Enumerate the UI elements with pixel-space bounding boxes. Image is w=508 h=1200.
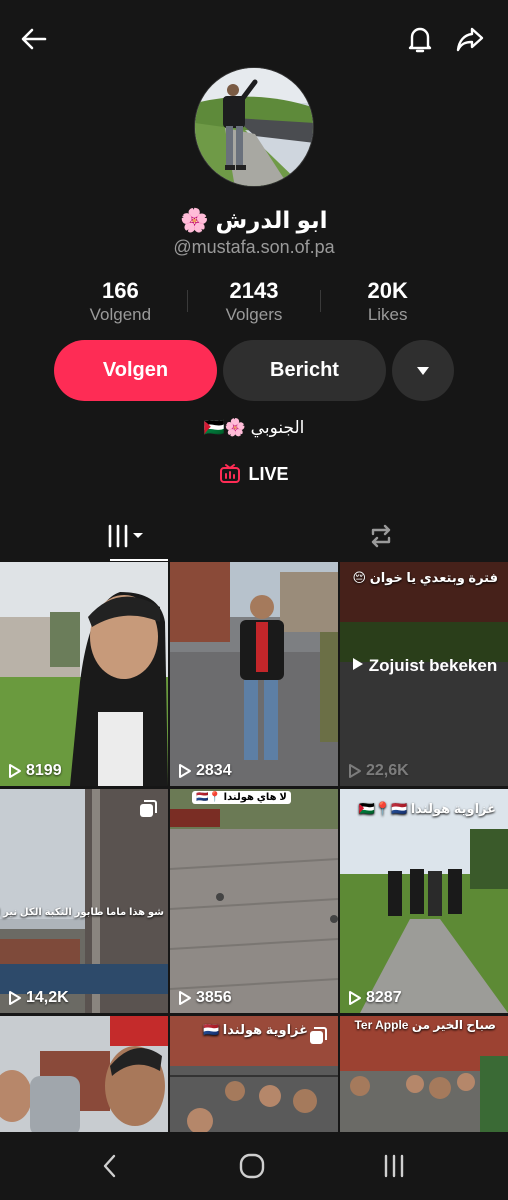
- stat-value: 166: [101, 278, 139, 303]
- more-options-button[interactable]: [392, 340, 454, 401]
- tab-reposts[interactable]: [254, 510, 508, 562]
- profile-stats: 166 Volgend 2143 Volgers 20K Likes: [54, 278, 454, 328]
- video-caption: شو هذا ماما طابور النكبة الكل نير ابل 🇳🇱: [0, 907, 164, 918]
- share-arrow-icon: [456, 27, 484, 52]
- live-tv-icon: [220, 464, 241, 483]
- video-tile[interactable]: 8199: [0, 562, 168, 786]
- nav-recents-button[interactable]: [364, 1146, 424, 1186]
- live-badge[interactable]: LIVE: [0, 463, 508, 485]
- play-icon: [349, 764, 361, 778]
- stat-value: 2143: [229, 278, 279, 303]
- video-tile[interactable]: 2834: [170, 562, 338, 786]
- video-tile[interactable]: فترة وبتعدي يا خوان 😔 Zojuist bekeken 22…: [340, 562, 508, 786]
- repost-icon: [371, 524, 391, 548]
- stat-followers[interactable]: 2143 Volgers: [188, 278, 321, 328]
- play-icon: [353, 658, 363, 670]
- video-caption: غزاوية هولندا 🇵🇸📍🇳🇱: [358, 801, 496, 816]
- message-button[interactable]: Bericht: [223, 340, 386, 401]
- bio-text: الجنوبي 🌸🇵🇸: [203, 418, 305, 437]
- video-thumbnail: [0, 1016, 168, 1132]
- play-icon: [179, 991, 191, 1005]
- view-count: 14,2K: [8, 989, 69, 1007]
- caret-down-icon: [417, 366, 429, 375]
- arrow-left-icon: [21, 28, 47, 50]
- view-count: 8199: [8, 762, 62, 780]
- notifications-button[interactable]: [398, 17, 442, 61]
- video-grid: 8199 2834 فترة وبتعدي يا خوان 😔 Zojuist …: [0, 562, 508, 1132]
- display-name: ابو الدرش 🌸: [180, 207, 328, 233]
- video-tile[interactable]: لا هاي هولندا 📍🇳🇱 3856: [170, 789, 338, 1013]
- watched-label: Zojuist bekeken: [352, 654, 497, 677]
- video-tile[interactable]: غزاوية هولندا 🇵🇸📍🇳🇱 8287: [340, 789, 508, 1013]
- video-thumbnail: [170, 562, 338, 786]
- play-icon: [9, 764, 21, 778]
- video-tile[interactable]: غزاوية هولندا 🇳🇱: [170, 1016, 338, 1132]
- live-label: LIVE: [248, 463, 289, 484]
- video-thumbnail: [340, 789, 508, 1013]
- username-handle: @mustafa.son.of.pa: [173, 237, 335, 257]
- back-button[interactable]: [12, 17, 56, 61]
- stat-following[interactable]: 166 Volgend: [54, 278, 187, 328]
- play-icon: [349, 991, 361, 1005]
- share-button[interactable]: [448, 17, 492, 61]
- video-caption: فترة وبتعدي يا خوان 😔: [352, 570, 498, 585]
- view-count: 2834: [178, 762, 232, 780]
- follow-button[interactable]: Volgen: [54, 340, 217, 401]
- multi-photo-icon: [308, 1026, 328, 1051]
- video-tile[interactable]: صباح الخير من Ter Apple: [340, 1016, 508, 1132]
- multi-photo-icon: [138, 799, 158, 824]
- profile-tabs: [0, 510, 508, 562]
- video-thumbnail: [170, 789, 338, 1013]
- view-count: 8287: [348, 989, 402, 1007]
- video-thumbnail: [0, 562, 168, 786]
- stat-label: Volgers: [225, 305, 283, 324]
- video-caption: لا هاي هولندا 📍🇳🇱: [192, 791, 291, 804]
- tab-videos[interactable]: [0, 510, 254, 562]
- chevron-left-icon: [103, 1154, 116, 1178]
- play-icon: [9, 991, 21, 1005]
- stat-label: Volgend: [89, 305, 152, 324]
- video-caption: غزاوية هولندا 🇳🇱: [203, 1022, 308, 1037]
- system-nav-bar: [0, 1132, 508, 1200]
- play-icon: [179, 764, 191, 778]
- recents-icon: [384, 1154, 404, 1178]
- home-circle-icon: [239, 1153, 265, 1179]
- video-thumbnail: [340, 1016, 508, 1132]
- video-caption: صباح الخير من Ter Apple: [354, 1018, 496, 1032]
- nav-home-button[interactable]: [222, 1146, 282, 1186]
- view-count: 3856: [178, 989, 232, 1007]
- avatar[interactable]: [194, 67, 314, 187]
- view-count: 22,6K: [348, 762, 409, 780]
- stat-label: Likes: [367, 305, 408, 324]
- active-tab-indicator: [110, 559, 168, 561]
- stat-value: 20K: [367, 278, 408, 303]
- stat-likes[interactable]: 20K Likes: [321, 278, 454, 328]
- video-tile[interactable]: [0, 1016, 168, 1132]
- nav-back-button[interactable]: [80, 1146, 140, 1186]
- grid-icon: [108, 524, 143, 548]
- video-tile[interactable]: شو هذا ماما طابور النكبة الكل نير ابل 🇳🇱…: [0, 789, 168, 1013]
- bell-icon: [408, 27, 432, 53]
